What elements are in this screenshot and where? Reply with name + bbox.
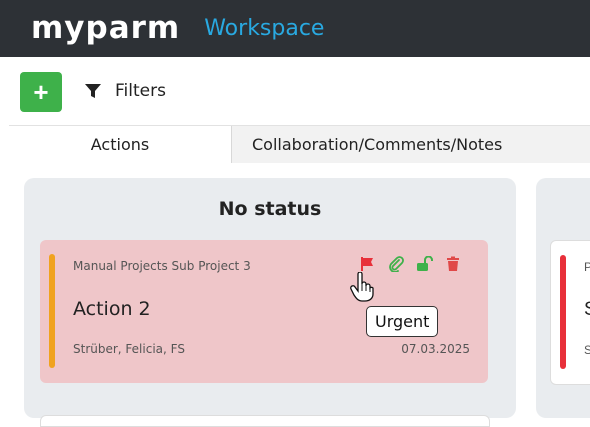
filters-label: Filters [115,81,166,101]
unlock-icon[interactable] [416,256,434,272]
card-assignee: Strüber, Felicia, FS [73,342,185,356]
app-logo[interactable]: myparm [31,13,180,44]
paperclip-icon[interactable] [388,256,404,272]
tab-actions[interactable]: Actions [9,126,231,163]
column-no-status: No status Manual Projects Sub Project 3 [24,178,516,427]
column-next: P S S [536,178,590,418]
card-project: P [584,260,590,274]
card-title: S [584,299,590,321]
next-card[interactable] [40,415,490,427]
kanban-board: No status Manual Projects Sub Project 3 [0,163,590,427]
card-due-date: 07.03.2025 [401,342,470,356]
status-stripe [49,254,55,368]
action-card[interactable]: P S S [550,240,590,385]
workspace-title[interactable]: Workspace [204,17,324,40]
filters-button[interactable]: Filters [84,81,166,101]
status-stripe [560,255,566,369]
app-header: myparm Workspace [0,0,590,57]
trash-icon[interactable] [446,256,460,272]
filter-icon [85,84,101,98]
column-title: No status [218,198,322,220]
card-project: Manual Projects Sub Project 3 [73,259,251,273]
flag-icon[interactable] [360,256,376,272]
card-title: Action 2 [73,298,151,320]
tab-collaboration[interactable]: Collaboration/Comments/Notes [231,126,590,163]
tab-bar: Actions Collaboration/Comments/Notes [9,125,590,163]
add-button[interactable]: + [20,72,62,112]
tooltip: Urgent [366,306,439,337]
card-assignee: S [584,343,590,357]
card-actions [360,256,460,272]
toolbar: + Filters [0,57,590,125]
hand-cursor-icon [350,271,374,307]
